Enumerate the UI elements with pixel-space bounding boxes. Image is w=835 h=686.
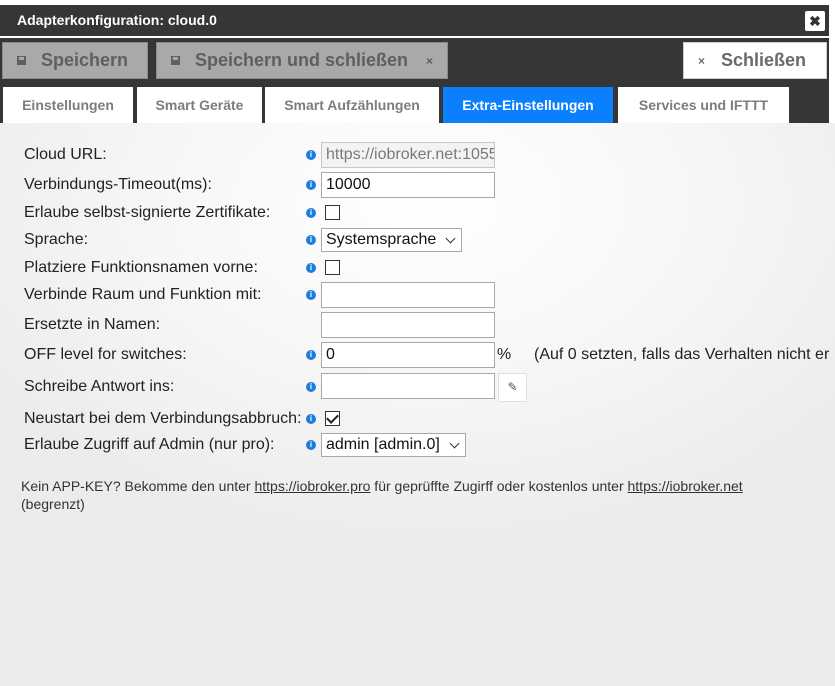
iobroker-net-link[interactable]: https://iobroker.net [628,478,743,494]
row-language: Sprache: i Systemsprache [0,228,835,256]
row-self-signed: Erlaube selbst-signierte Zertifikate: i [0,201,835,229]
func-first-label: Platziere Funktionsnamen vorne: [24,259,258,276]
allow-admin-select[interactable]: admin [admin.0] [321,433,466,457]
language-select-value: Systemsprache [326,231,437,248]
off-level-hint: (Auf 0 setzten, falls das Verhalten nich… [534,346,830,363]
restart-checkbox[interactable] [325,411,340,426]
concat-word-input[interactable] [321,282,495,308]
tab-label: Extra-Einstellungen [462,97,594,113]
response-oid-label: Schreibe Antwort ins: [24,378,175,395]
close-button[interactable]: × Schließen [683,42,827,79]
tab-extra-einstellungen[interactable]: Extra-Einstellungen [443,87,613,123]
tab-label: Smart Geräte [155,97,244,113]
info-icon: i [306,235,316,245]
tab-services-ifttt[interactable]: Services und IFTTT [618,87,789,123]
row-timeout: Verbindungs-Timeout(ms): i 10000 [0,172,835,200]
save-button[interactable]: Speichern [2,42,148,79]
row-func-first: Platziere Funktionsnamen vorne: i [0,256,835,284]
off-level-input[interactable]: 0 [321,342,495,368]
close-icon: × [698,53,706,68]
language-select[interactable]: Systemsprache [321,228,462,252]
disk-icon [171,56,180,65]
row-replaces: Ersetzte in Namen: [0,312,835,340]
info-icon: i [306,440,316,450]
cloud-url-input[interactable]: https://iobroker.net:1055 [321,142,495,168]
timeout-input[interactable]: 10000 [321,172,495,198]
tab-label: Einstellungen [22,97,114,113]
settings-panel: Cloud URL: i https://iobroker.net:1055 V… [0,123,835,686]
info-icon: i [306,290,316,300]
func-first-checkbox[interactable] [325,260,340,275]
response-oid-input[interactable] [321,373,495,399]
save-and-close-label: Speichern und schließen [195,50,409,70]
row-cloud-url: Cloud URL: i https://iobroker.net:1055 [0,142,835,170]
chevron-down-icon [449,438,460,449]
window-title: Adapterkonfiguration: cloud.0 [17,12,217,28]
iobroker-pro-link[interactable]: https://iobroker.pro [254,478,370,494]
close-button-label: Schließen [721,50,807,70]
window-titlebar: Adapterkonfiguration: cloud.0 ✖ [0,5,829,36]
off-level-label: OFF level for switches: [24,346,187,363]
restart-label: Neustart bei dem Verbindungsabbruch: [24,410,302,427]
footer-text-2: für geprüffte Zugirff oder kostenlos unt… [370,478,628,494]
footer-text-1: Kein APP-KEY? Bekomme den unter [21,478,255,494]
disk-icon [17,56,26,65]
close-icon: × [426,53,434,68]
info-icon: i [306,350,316,360]
self-signed-label: Erlaube selbst-signierte Zertifikate: [24,204,271,221]
replaces-input[interactable] [321,312,495,338]
info-icon: i [306,263,316,273]
replaces-label: Ersetzte in Namen: [24,316,161,333]
info-icon: i [306,208,316,218]
window-close-icon[interactable]: ✖ [805,11,825,31]
toolbar: Speichern Speichern und schließen × × Sc… [0,38,829,82]
allow-admin-label: Erlaube Zugriff auf Admin (nur pro): [24,436,275,453]
footer-note: Kein APP-KEY? Bekomme den unter https://… [21,477,811,513]
self-signed-checkbox[interactable] [325,205,340,220]
save-button-label: Speichern [41,50,129,70]
language-label: Sprache: [24,231,89,248]
info-icon: i [306,414,316,424]
tab-smart-aufzaehlungen[interactable]: Smart Aufzählungen [265,87,439,123]
info-icon: i [306,150,316,160]
allow-admin-select-value: admin [admin.0] [326,436,440,453]
checkmark-icon [326,411,339,424]
tab-einstellungen[interactable]: Einstellungen [3,87,133,123]
concat-word-label: Verbinde Raum und Funktion mit: [24,286,262,303]
timeout-label: Verbindungs-Timeout(ms): [24,176,212,193]
tab-label: Smart Aufzählungen [284,97,420,113]
save-and-close-button[interactable]: Speichern und schließen × [156,42,448,79]
row-allow-admin: Erlaube Zugriff auf Admin (nur pro): i a… [0,433,835,461]
tab-bar: Einstellungen Smart Geräte Smart Aufzähl… [0,82,829,123]
info-icon: i [306,180,316,190]
pencil-icon[interactable]: ✎ [498,373,527,402]
row-response-oid: Schreibe Antwort ins: i ✎ [0,373,835,402]
tab-label: Services und IFTTT [638,97,769,113]
row-concat-word: Verbinde Raum und Funktion mit: i [0,282,835,310]
off-level-unit: % [497,346,512,363]
tab-smart-geraete[interactable]: Smart Geräte [137,87,262,123]
row-restart: Neustart bei dem Verbindungsabbruch: i [0,407,835,435]
chevron-down-icon [445,233,456,244]
footer-text-3: (begrenzt) [21,496,85,512]
row-off-level: OFF level for switches: i 0 % (Auf 0 set… [0,342,835,370]
info-icon: i [306,382,316,392]
cloud-url-label: Cloud URL: [24,146,107,163]
